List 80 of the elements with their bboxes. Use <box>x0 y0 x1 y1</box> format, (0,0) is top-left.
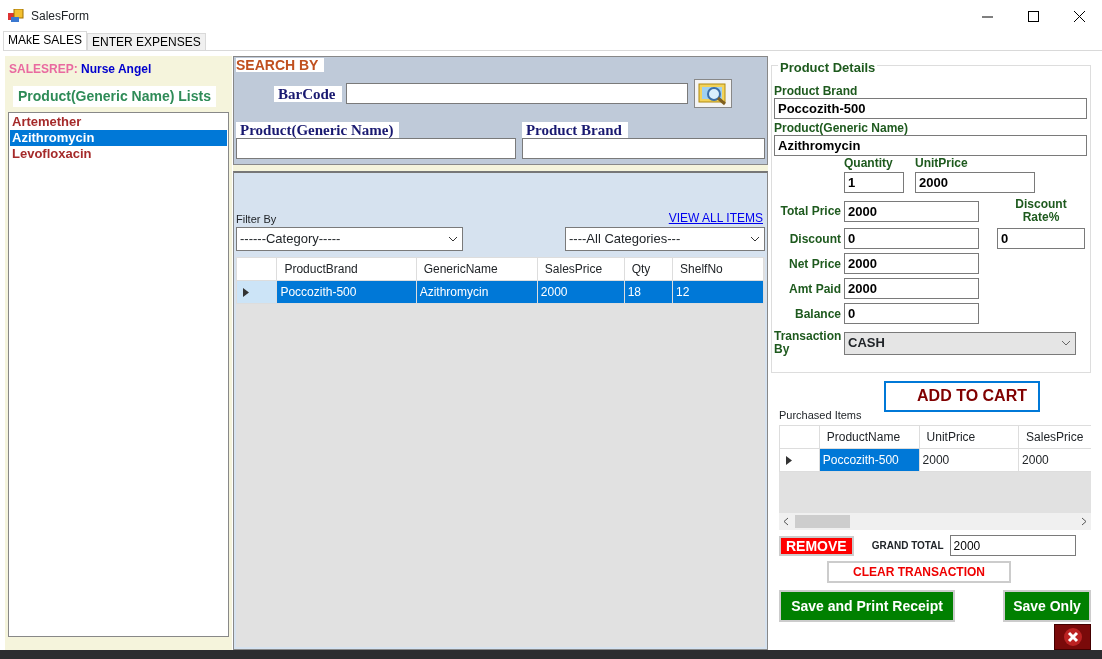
quantity-field[interactable]: 1 <box>844 172 904 193</box>
total-price-field[interactable]: 2000 <box>844 200 979 222</box>
tab[interactable]: ENTER EXPENSES <box>87 33 206 50</box>
purchased-items-label: Purchased Items <box>779 407 863 423</box>
category-dropdown[interactable]: ------Category----- <box>236 227 463 251</box>
generic-name-field[interactable] <box>236 138 516 159</box>
grand-total-field[interactable]: 2000 <box>949 535 1076 556</box>
row-pointer-icon <box>243 288 249 298</box>
list-item[interactable]: Levofloxacin <box>10 146 227 162</box>
column-header[interactable]: SalesPrice <box>537 257 625 281</box>
balance-field[interactable]: 0 <box>844 303 979 324</box>
chevron-icon <box>750 236 760 242</box>
amount-paid-label: Amt Paid <box>788 280 842 298</box>
discount-rate-label: Discount Rate% <box>1014 198 1068 224</box>
product-brand-field[interactable]: Poccozith-500 <box>774 98 1087 119</box>
amount-paid-field[interactable]: 2000 <box>844 278 979 299</box>
generic-name-field[interactable]: Azithromycin <box>774 135 1087 156</box>
chevron-icon <box>1061 340 1071 346</box>
all-categories-dropdown[interactable]: ----All Categories--- <box>565 227 765 251</box>
row-pointer-icon <box>786 456 792 466</box>
column-header[interactable]: SalesPrice <box>1018 425 1091 449</box>
view-all-link[interactable]: VIEW ALL ITEMS <box>668 209 763 227</box>
grand-total-label: GRAND TOTAL <box>871 539 944 553</box>
dropdown-value: ------Category----- <box>240 230 341 249</box>
discount-label: Discount <box>788 230 842 248</box>
column-header[interactable]: Qty <box>624 257 673 281</box>
column-header[interactable]: ShelfNo <box>672 257 764 281</box>
balance-label: Balance <box>793 305 842 323</box>
search-button[interactable] <box>693 79 732 108</box>
dropdown-value: ----All Categories--- <box>569 230 681 249</box>
close-button[interactable] <box>1054 624 1091 650</box>
table-cell: Azithromycin <box>416 280 538 304</box>
list-item[interactable]: Azithromycin <box>10 130 227 146</box>
clear-transaction-button[interactable]: CLEAR TRANSACTION <box>827 561 1011 583</box>
discount-field[interactable]: 0 <box>844 228 979 249</box>
net-price-field[interactable]: 2000 <box>844 253 979 274</box>
app-icon <box>8 9 24 23</box>
product-list[interactable]: Artemether Azithromycin Levofloxacin <box>8 112 229 637</box>
salesrep-name: Nurse Angel <box>81 62 152 76</box>
column-header[interactable]: GenericName <box>416 257 538 281</box>
barcode-label: BarCode <box>274 85 342 102</box>
generic-name-label: Product(Generic Name) <box>774 121 910 135</box>
dropdown-value: CASH <box>848 334 885 353</box>
list-title: Product(Generic Name) Lists <box>13 86 216 107</box>
column-header[interactable]: ProductName <box>819 425 920 449</box>
scroll-right-icon[interactable] <box>1081 517 1088 526</box>
unit-price-label: UnitPrice <box>915 156 968 170</box>
barcode-field[interactable] <box>345 83 688 104</box>
filter-label: Filter By <box>236 211 277 227</box>
maximize-icon <box>1027 10 1039 22</box>
column-header[interactable]: ProductBrand <box>276 257 417 281</box>
chevron-icon <box>448 236 458 242</box>
save-only-button[interactable]: Save Only <box>1003 590 1091 622</box>
remove-button[interactable]: REMOVE <box>779 535 854 556</box>
scroll-left-icon[interactable] <box>782 517 789 526</box>
section-title: SEARCH BY <box>236 58 325 72</box>
column-header[interactable]: UnitPrice <box>919 425 1019 449</box>
save-and-print-button[interactable]: Save and Print Receipt <box>779 590 955 622</box>
product-brand-label: Product Brand <box>774 84 859 98</box>
table-cell: Poccozith-500 <box>276 280 417 304</box>
horizontal-scrollbar[interactable] <box>779 513 1091 530</box>
add-to-cart-button[interactable]: ADD TO CART <box>884 380 1040 412</box>
product-brand-field[interactable] <box>521 138 765 159</box>
tab[interactable]: MAkE SALES <box>3 31 88 50</box>
window-title: SalesForm <box>31 8 90 25</box>
unit-price-field[interactable]: 2000 <box>915 172 1035 193</box>
close-icon <box>1062 627 1083 647</box>
transaction-dropdown[interactable]: CASH <box>844 331 1076 355</box>
transaction-by-label: Transaction By <box>774 330 843 356</box>
magnifier-icon <box>696 81 729 106</box>
generic-name-label: Product(Generic Name) <box>236 122 400 138</box>
close-icon <box>1073 10 1085 22</box>
quantity-label: Quantity <box>844 156 894 170</box>
scrollbar-thumb[interactable] <box>795 515 850 528</box>
total-price-label: Total Price <box>779 203 842 220</box>
product-brand-label: Product Brand <box>521 122 628 138</box>
salesrep-label: SALESREP: <box>9 62 78 76</box>
list-item[interactable]: Artemether <box>10 114 227 130</box>
net-price-label: Net Price <box>787 255 842 273</box>
discount-rate-field[interactable]: 0 <box>997 228 1085 249</box>
